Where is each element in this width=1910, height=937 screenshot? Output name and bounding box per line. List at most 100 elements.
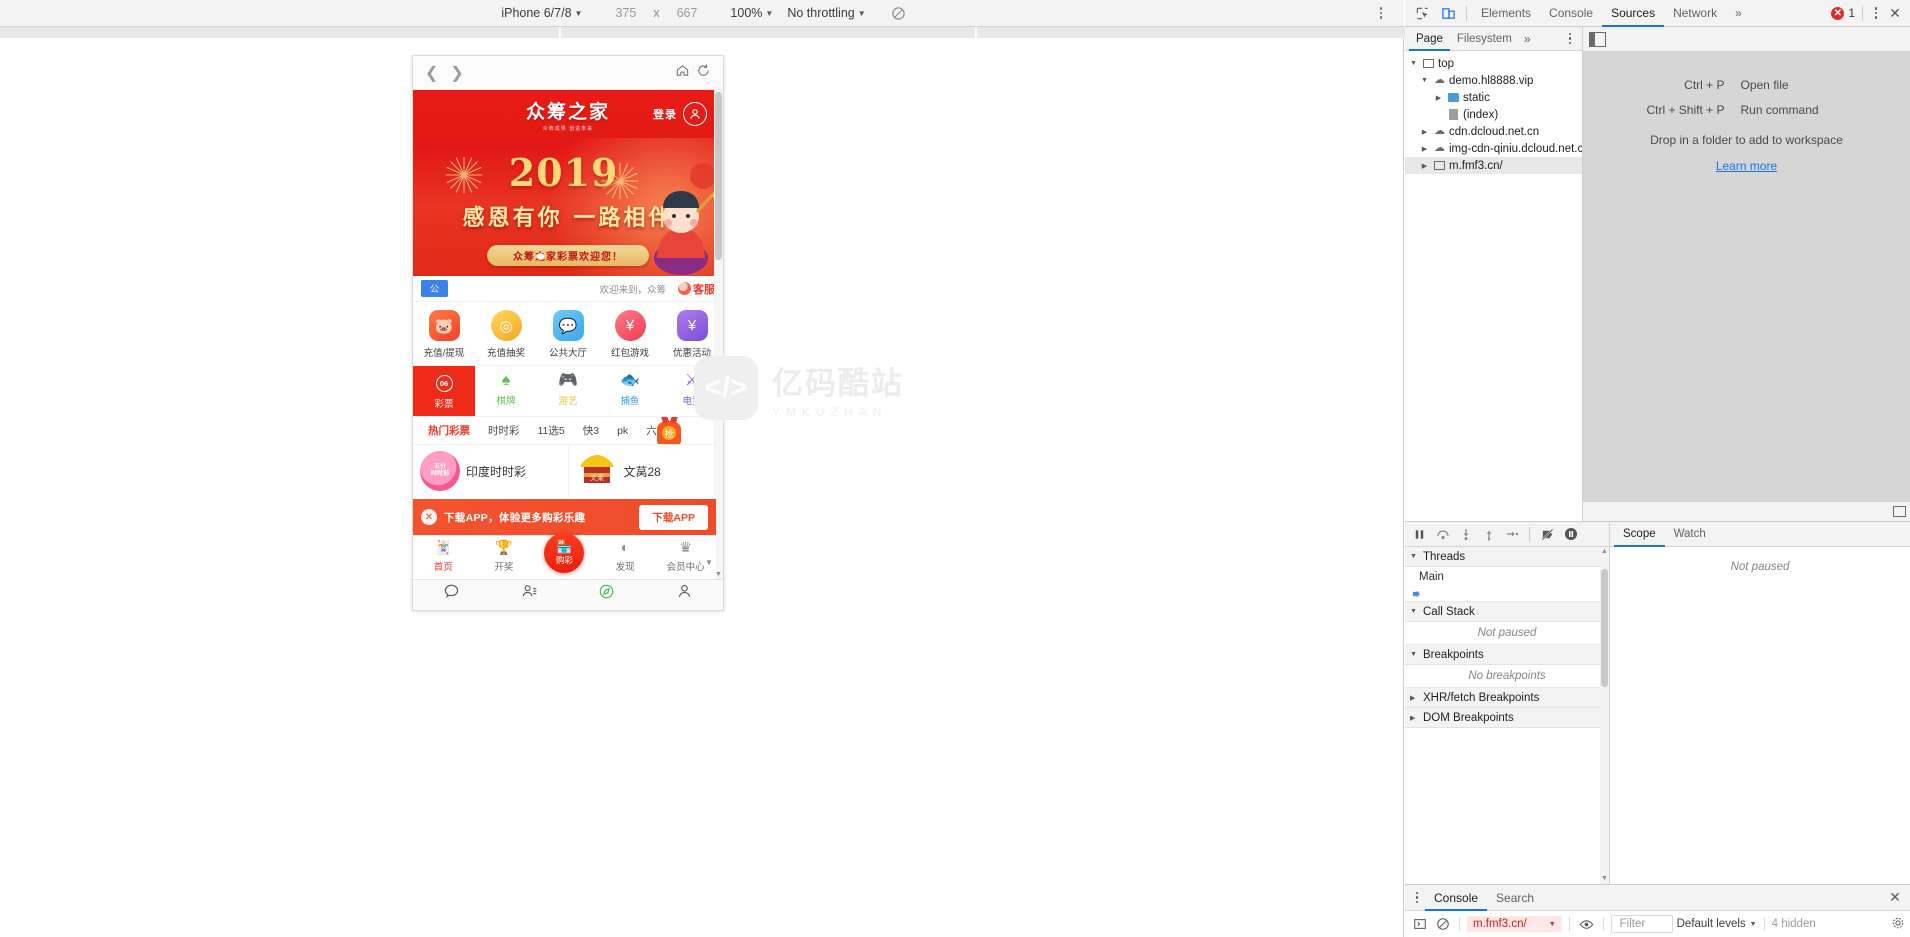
close-icon[interactable]: ✕ [421, 509, 437, 525]
chevron-down-icon[interactable] [1408, 60, 1419, 67]
tree-node-mfmf3[interactable]: m.fmf3.cn/ [1405, 157, 1582, 174]
chevron-right-icon[interactable] [1419, 128, 1430, 136]
chevron-double-right-icon[interactable]: » [1519, 32, 1536, 46]
quick-action-recharge[interactable]: 🐷 充值/提现 [413, 310, 475, 359]
learn-more-link[interactable]: Learn more [1583, 159, 1910, 173]
tab-elements[interactable]: Elements [1472, 0, 1540, 27]
lottery-card[interactable]: 五分 时时彩 印度时时彩 [413, 445, 569, 498]
section-dom-breakpoints[interactable]: ▶ DOM Breakpoints [1405, 708, 1609, 728]
chevron-down-icon[interactable] [1419, 77, 1430, 84]
chevron-left-icon[interactable]: ❮ [425, 63, 438, 83]
section-xhr-breakpoints[interactable]: ▶ XHR/fetch Breakpoints [1405, 688, 1609, 708]
section-call-stack[interactable]: ▼ Call Stack [1405, 602, 1609, 622]
category-tab-cards[interactable]: ♠ 棋牌 [475, 366, 537, 416]
live-expression-icon[interactable] [1577, 915, 1596, 934]
bottom-nav-buy[interactable]: 🏪 购彩 [534, 533, 595, 579]
subtab-11x5[interactable]: 11选5 [529, 423, 574, 438]
tree-node-demo-host[interactable]: ☁ demo.hl8888.vip [1405, 72, 1582, 89]
section-breakpoints[interactable]: ▼ Breakpoints [1405, 645, 1609, 665]
bottom-nav-results[interactable]: 🏆 开奖 [474, 540, 535, 579]
tree-node-static[interactable]: static [1405, 89, 1582, 106]
chevron-right-icon[interactable] [1419, 145, 1430, 153]
chevron-right-icon[interactable]: ❯ [450, 63, 463, 83]
category-tab-lottery[interactable]: 06 彩票 [413, 366, 475, 417]
customer-service-button[interactable]: 客服 [678, 281, 715, 297]
subtab-hot[interactable]: 热门彩票 [419, 423, 479, 438]
navigator-tab-filesystem[interactable]: Filesystem [1450, 27, 1519, 51]
viewport-width-input[interactable]: 375 [615, 6, 636, 20]
tree-node-img-cdn[interactable]: ☁ img-cdn-qiniu.dcloud.net.cn [1405, 140, 1582, 157]
step-out-icon[interactable] [1478, 524, 1499, 545]
chevron-down-icon[interactable]: ▼ [705, 558, 713, 567]
thread-main[interactable]: Main [1405, 567, 1609, 587]
gear-icon[interactable] [1891, 916, 1905, 933]
scrollbar-thumb[interactable] [1601, 569, 1608, 687]
debugger-scrollbar[interactable]: ▲ ▼ [1600, 547, 1609, 884]
scrollbar-thumb[interactable] [715, 92, 722, 260]
bottom-nav-member[interactable]: ♛ 会员中心 ▼ [655, 540, 716, 579]
page-content-scroll[interactable]: 众筹之家 众筹成果 创造未来 登录 2019 感恩有你 一路相伴 众筹之家彩票欢… [413, 90, 723, 579]
zoom-select[interactable]: 100% ▼ [727, 4, 776, 22]
step-over-icon[interactable] [1432, 524, 1453, 545]
kebab-menu-icon[interactable] [1374, 5, 1388, 21]
close-icon[interactable]: ✕ [1884, 5, 1906, 22]
quick-action-public-hall[interactable]: 💬 公共大厅 [537, 310, 599, 359]
resume-script-icon[interactable] [1409, 524, 1430, 545]
category-tab-fishing[interactable]: 🐟 捕鱼 [599, 366, 661, 416]
kebab-menu-icon[interactable] [1409, 889, 1425, 907]
tabbar-contacts[interactable]: 通讯录 [491, 583, 569, 611]
bottom-nav-discover[interactable]: ◐ 发现 [595, 540, 656, 579]
quick-action-lucky-draw[interactable]: ◎ 充值抽奖 [475, 310, 537, 359]
scroll-up-icon[interactable]: ▲ [1601, 547, 1608, 557]
tabbar-chats[interactable]: 会话 [413, 583, 491, 611]
tree-node-index[interactable]: (index) [1405, 106, 1582, 123]
inspect-element-icon[interactable] [1409, 2, 1435, 25]
tabbar-games[interactable]: 游戏 [568, 583, 646, 611]
close-icon[interactable]: ✕ [1884, 889, 1906, 906]
tree-node-cdn-dcloud[interactable]: ☁ cdn.dcloud.net.cn [1405, 123, 1582, 140]
throttling-select[interactable]: No throttling ▼ [784, 4, 868, 22]
quick-action-red-envelope[interactable]: ¥ 红包游戏 [599, 310, 661, 359]
deactivate-breakpoints-icon[interactable] [1537, 524, 1558, 545]
scroll-down-icon[interactable]: ▼ [1601, 874, 1608, 884]
kebab-menu-icon[interactable] [1562, 30, 1578, 48]
chevron-right-icon[interactable] [1433, 94, 1444, 102]
subtab-pk[interactable]: pk [608, 425, 637, 437]
lottery-card[interactable]: 文莱 文莴28 [569, 445, 724, 497]
viewport-height-input[interactable]: 667 [677, 6, 698, 20]
console-levels-select[interactable]: Default levels ▼ [1677, 918, 1757, 930]
device-toolbar-icon[interactable] [1435, 2, 1461, 25]
step-icon[interactable] [1501, 524, 1522, 545]
chevron-double-right-icon[interactable]: » [1726, 0, 1751, 27]
refresh-icon[interactable] [696, 63, 711, 83]
tab-network[interactable]: Network [1664, 0, 1726, 27]
buy-lottery-button[interactable]: 🏪 购彩 [544, 533, 585, 573]
tab-watch[interactable]: Watch [1665, 522, 1715, 547]
red-packet-bag-icon[interactable]: 抢 [649, 417, 689, 445]
login-button[interactable]: 登录 [653, 102, 707, 126]
console-filter-input[interactable]: Filter [1610, 915, 1673, 933]
tabbar-me[interactable]: 我的 [646, 583, 724, 611]
drawer-tab-console[interactable]: Console [1425, 885, 1487, 911]
bottom-nav-home[interactable]: 🃏 首页 [413, 540, 474, 579]
drawer-tab-search[interactable]: Search [1487, 885, 1543, 911]
toggle-drawer-icon[interactable] [1893, 506, 1906, 517]
device-select[interactable]: iPhone 6/7/8 ▼ [498, 4, 585, 22]
tab-scope[interactable]: Scope [1614, 522, 1665, 547]
clear-console-icon[interactable] [1433, 915, 1452, 934]
home-icon[interactable] [675, 63, 690, 83]
download-app-button[interactable]: 下载APP [639, 504, 708, 530]
scroll-down-icon[interactable]: ▼ [715, 570, 722, 579]
navigator-tab-page[interactable]: Page [1409, 27, 1450, 51]
lottery-subtabs[interactable]: 热门彩票 时时彩 11选5 快3 pk 六合 抢 [413, 417, 723, 446]
tree-node-top[interactable]: top [1405, 55, 1582, 72]
category-tab-arcade[interactable]: 🎮 游艺 [537, 366, 599, 416]
tab-sources[interactable]: Sources [1602, 0, 1664, 27]
chevron-right-icon[interactable] [1419, 162, 1430, 170]
toggle-navigator-icon[interactable] [1589, 31, 1606, 47]
kebab-menu-icon[interactable] [1868, 4, 1884, 22]
subtab-ssc[interactable]: 时时彩 [479, 423, 529, 438]
console-context-select[interactable]: m.fmf3.cn/ ▼ [1467, 916, 1562, 932]
subtab-k3[interactable]: 快3 [574, 423, 608, 438]
section-threads[interactable]: ▼ Threads [1405, 547, 1609, 567]
